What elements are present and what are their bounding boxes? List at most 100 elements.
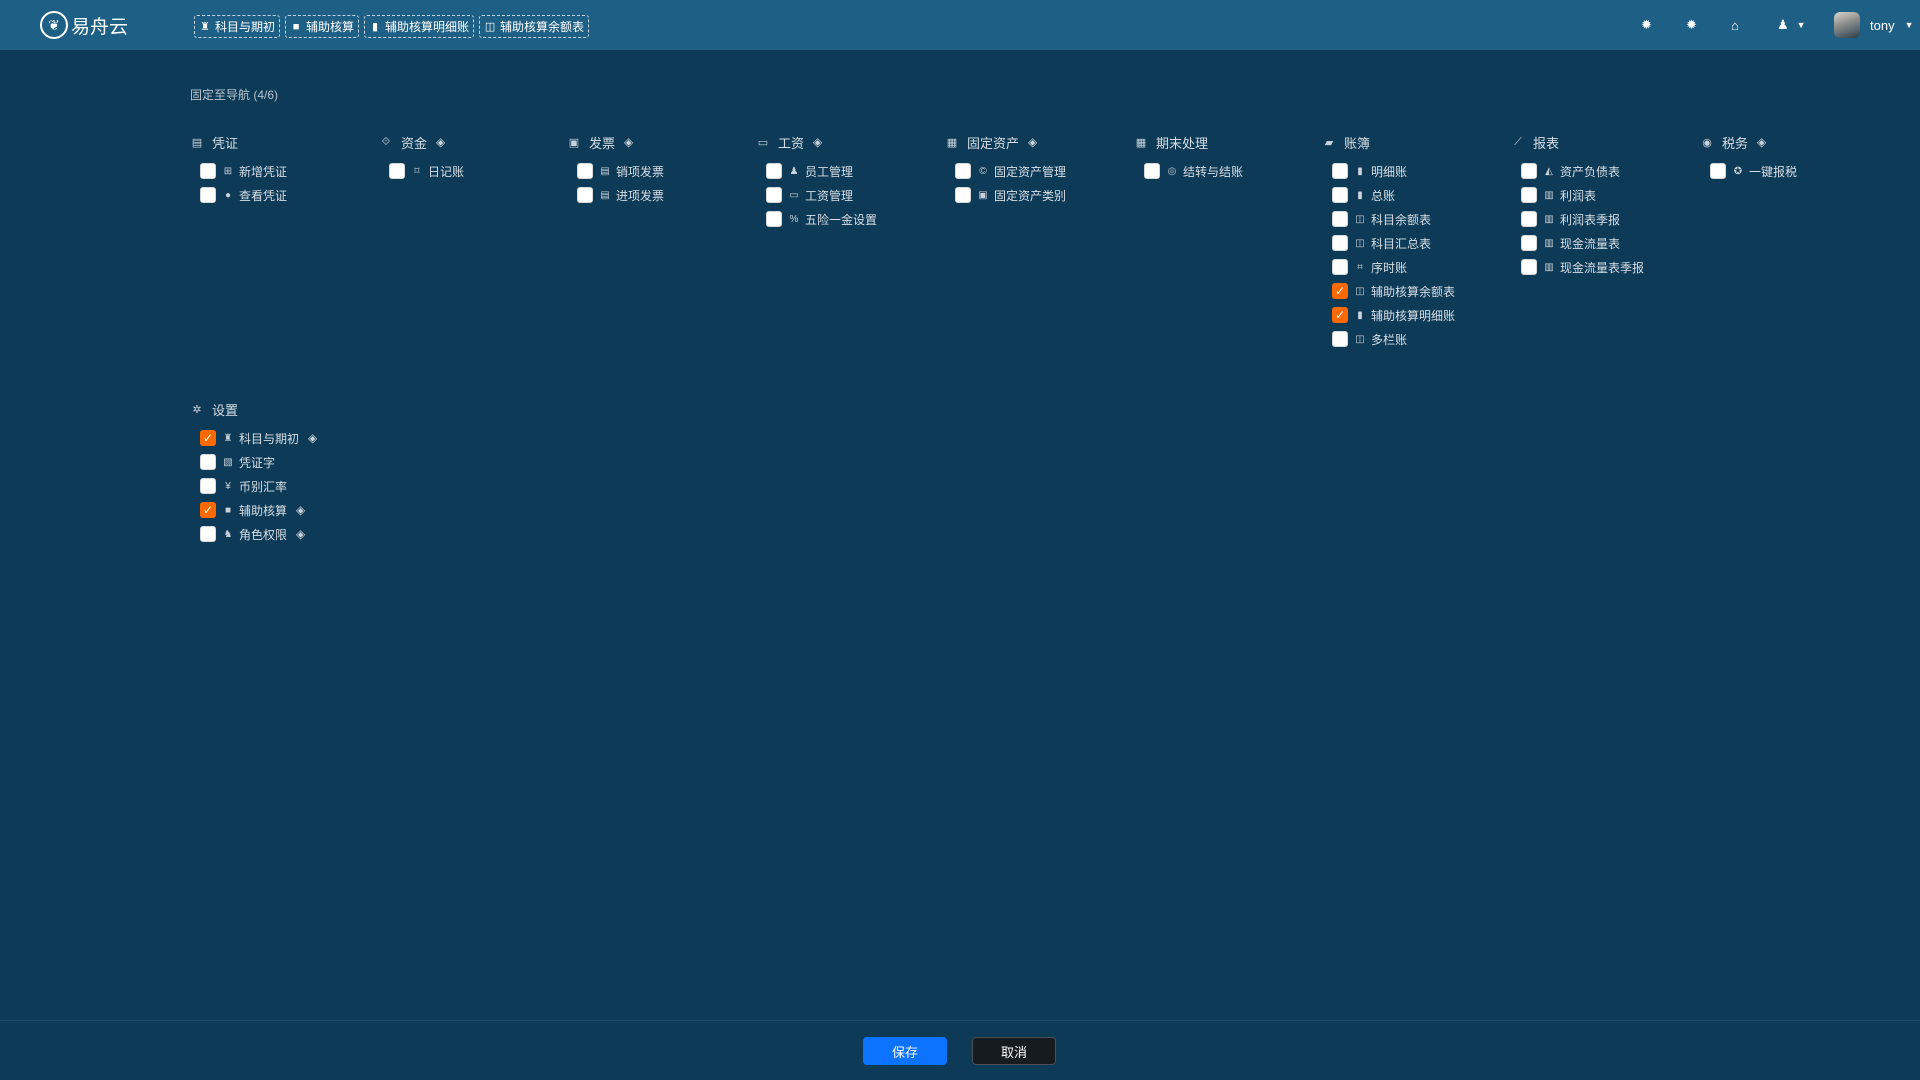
calendar-icon: ▦: [1135, 136, 1147, 149]
checkbox[interactable]: [200, 526, 216, 542]
checkbox[interactable]: [200, 454, 216, 470]
checkbox[interactable]: [1332, 235, 1348, 251]
nav-option[interactable]: ◎ 结转与结账: [1134, 159, 1314, 183]
nav-option[interactable]: ✓ ◫ 辅助核算余额表: [1322, 279, 1502, 303]
bug-icon: ✹: [1641, 17, 1652, 32]
checkbox[interactable]: [1521, 259, 1537, 275]
checkbox[interactable]: [1144, 163, 1160, 179]
nav-option[interactable]: ✓ ■ 辅助核算 ◈: [190, 498, 370, 522]
nav-option[interactable]: ⌑ 日记账: [379, 159, 559, 183]
nav-option[interactable]: ● 查看凭证: [190, 183, 370, 207]
bar-chart-icon: ▥: [1544, 237, 1554, 249]
checkbox[interactable]: [1332, 259, 1348, 275]
checkbox[interactable]: [1332, 331, 1348, 347]
user-icon: ♟: [789, 165, 799, 177]
checkbox[interactable]: [1521, 211, 1537, 227]
checkbox[interactable]: [766, 187, 782, 203]
nav-option[interactable]: ▥ 现金流量表季报: [1511, 255, 1691, 279]
user-menu-button[interactable]: ♟ ▼: [1777, 0, 1806, 50]
nav-option[interactable]: % 五险一金设置: [756, 207, 936, 231]
nav-option[interactable]: ⊞ 新增凭证: [190, 159, 370, 183]
nav-option[interactable]: ▭ 工资管理: [756, 183, 936, 207]
bar-chart-icon: ▥: [1544, 213, 1554, 225]
option-label: 科目汇总表: [1371, 236, 1432, 251]
home-button[interactable]: ⌂: [1731, 0, 1739, 50]
nav-option[interactable]: ◫ 科目余额表: [1322, 207, 1502, 231]
nav-option[interactable]: ♞ 角色权限 ◈: [190, 522, 370, 546]
checkbox[interactable]: [766, 163, 782, 179]
line-chart-icon: ⟋: [1514, 135, 1522, 148]
group-header: ▭ 工资 ◈: [756, 133, 936, 151]
checkbox[interactable]: ✓: [200, 430, 216, 446]
cancel-button[interactable]: 取消: [972, 1037, 1056, 1065]
nav-option[interactable]: ▥ 利润表季报: [1511, 207, 1691, 231]
nav-option[interactable]: ✓ ▮ 辅助核算明细账: [1322, 303, 1502, 327]
option-label: 一键报税: [1749, 164, 1798, 179]
account-menu[interactable]: tony ▼: [1834, 0, 1914, 50]
checkbox[interactable]: [577, 163, 593, 179]
checkbox[interactable]: [955, 187, 971, 203]
group-title: 期末处理: [1156, 135, 1209, 151]
bug-report-button-2[interactable]: ✹: [1686, 0, 1697, 50]
checkbox[interactable]: [200, 187, 216, 203]
nav-option[interactable]: ▤ 销项发票: [567, 159, 747, 183]
option-label: 日记账: [428, 164, 465, 179]
option-label: 现金流量表: [1560, 236, 1621, 251]
app-name: 易舟云: [71, 16, 129, 38]
nav-option[interactable]: ▮ 明细账: [1322, 159, 1502, 183]
checkbox[interactable]: [389, 163, 405, 179]
gear-icon: ✲: [192, 403, 202, 416]
nav-option[interactable]: ◫ 科目汇总表: [1322, 231, 1502, 255]
checkbox[interactable]: [1332, 211, 1348, 227]
checkbox[interactable]: [1710, 163, 1726, 179]
checkbox[interactable]: [1332, 187, 1348, 203]
option-label: 利润表季报: [1560, 212, 1621, 227]
bug-icon: ✹: [1686, 17, 1697, 32]
nav-option[interactable]: ¥ 币别汇率: [190, 474, 370, 498]
checkbox[interactable]: ✓: [200, 502, 216, 518]
save-button[interactable]: 保存: [863, 1037, 947, 1065]
nav-option[interactable]: ▮ 总账: [1322, 183, 1502, 207]
checkbox[interactable]: [766, 211, 782, 227]
book-icon: ▰: [1324, 136, 1334, 149]
nav-option[interactable]: ♟ 员工管理: [756, 159, 936, 183]
checkbox[interactable]: [1332, 163, 1348, 179]
nav-option[interactable]: ✓ ♜ 科目与期初 ◈: [190, 426, 370, 450]
nav-option[interactable]: ◫ 多栏账: [1322, 327, 1502, 351]
checkbox[interactable]: [1521, 235, 1537, 251]
checkbox[interactable]: [577, 187, 593, 203]
nav-option[interactable]: ▣ 固定资产类别: [945, 183, 1125, 207]
checkbox[interactable]: ✓: [1332, 283, 1348, 299]
nav-option[interactable]: ✪ 一键报税: [1700, 159, 1880, 183]
nav-option[interactable]: ▥ 现金流量表: [1511, 231, 1691, 255]
bug-report-button[interactable]: ✹: [1641, 0, 1652, 50]
checkbox[interactable]: [1521, 187, 1537, 203]
checkbox[interactable]: [200, 478, 216, 494]
crop-icon: ⌗: [1357, 261, 1363, 273]
diamond-icon: ◈: [436, 135, 446, 149]
quick-nav-item-aux[interactable]: ■ 辅助核算: [285, 15, 360, 38]
quick-nav: ♜ 科目与期初 ■ 辅助核算 ▮ 辅助核算明细账 ◫ 辅助核算余额表: [194, 15, 590, 38]
group-header: ▣ 发票 ◈: [567, 133, 747, 151]
quick-nav-item-aux-detail[interactable]: ▮ 辅助核算明细账: [364, 15, 475, 38]
nav-option[interactable]: ▥ 利润表: [1511, 183, 1691, 207]
option-label: 查看凭证: [239, 188, 288, 203]
checkbox[interactable]: ✓: [1332, 307, 1348, 323]
nav-option[interactable]: © 固定资产管理: [945, 159, 1125, 183]
group-title: 税务: [1722, 135, 1749, 151]
option-label: 进项发票: [616, 188, 665, 203]
checkbox[interactable]: [1521, 163, 1537, 179]
quick-nav-item-subjects[interactable]: ♜ 科目与期初: [194, 15, 281, 38]
nav-option[interactable]: ⌗ 序时账: [1322, 255, 1502, 279]
nav-option[interactable]: ▧ 凭证字: [190, 450, 370, 474]
quick-nav-item-aux-balance[interactable]: ◫ 辅助核算余额表: [479, 15, 590, 38]
app-logo[interactable]: ❦ 易舟云: [40, 11, 128, 39]
nav-option[interactable]: ◭ 资产负债表: [1511, 159, 1691, 183]
plus-square-icon: ⊞: [223, 165, 233, 177]
nav-option[interactable]: ▤ 进项发票: [567, 183, 747, 207]
checkbox[interactable]: [200, 163, 216, 179]
id-card-icon: ▤: [191, 136, 203, 149]
sitemap-icon: ♜: [223, 432, 233, 444]
checkbox[interactable]: [955, 163, 971, 179]
logo-icon: ❦: [40, 11, 68, 39]
